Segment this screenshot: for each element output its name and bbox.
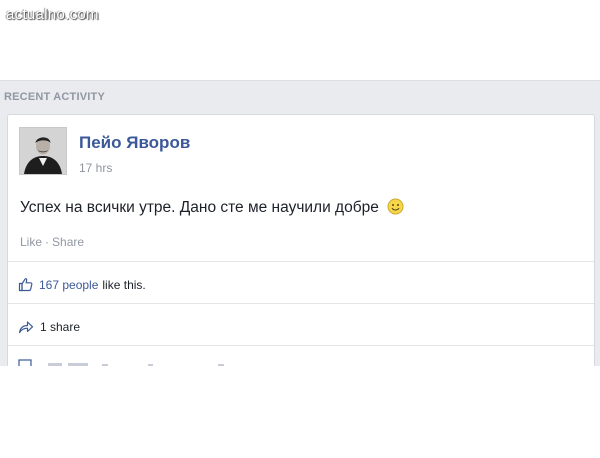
- avatar[interactable]: [19, 127, 67, 175]
- site-watermark: actualno.com: [6, 6, 99, 23]
- author-name[interactable]: Пейо Яворов: [79, 133, 190, 153]
- likes-suffix: like this.: [102, 277, 146, 292]
- panel-header: RECENT ACTIVITY: [4, 91, 105, 103]
- post-timestamp[interactable]: 17 hrs: [79, 161, 112, 175]
- divider: [8, 345, 594, 346]
- recent-activity-panel: RECENT ACTIVITY Пейо Яворов 17 hrs Успех…: [0, 80, 600, 366]
- divider: [8, 303, 594, 304]
- shares-row: 1 share: [18, 319, 80, 334]
- avatar-portrait-icon: [20, 128, 66, 174]
- like-link[interactable]: Like: [20, 235, 42, 249]
- thumbs-up-icon: [18, 277, 33, 292]
- share-arrow-icon: [18, 319, 34, 334]
- likes-count-link[interactable]: 167 people: [39, 278, 98, 292]
- post-text-content: Успех на всички утре. Дано сте ме научил…: [20, 199, 379, 216]
- comments-row: [18, 351, 418, 366]
- post-actions: Like · Share: [20, 235, 84, 249]
- share-link[interactable]: Share: [52, 235, 84, 249]
- likes-row: 167 people like this.: [18, 277, 146, 292]
- action-separator: ·: [45, 235, 50, 249]
- post-text: Успех на всички утре. Дано сте ме научил…: [20, 198, 404, 220]
- post-card: Пейо Яворов 17 hrs Успех на всички утре.…: [7, 114, 595, 366]
- comment-icon: [18, 359, 224, 366]
- divider: [8, 261, 594, 262]
- shares-count[interactable]: 1 share: [40, 320, 80, 334]
- smiley-icon: [387, 198, 404, 220]
